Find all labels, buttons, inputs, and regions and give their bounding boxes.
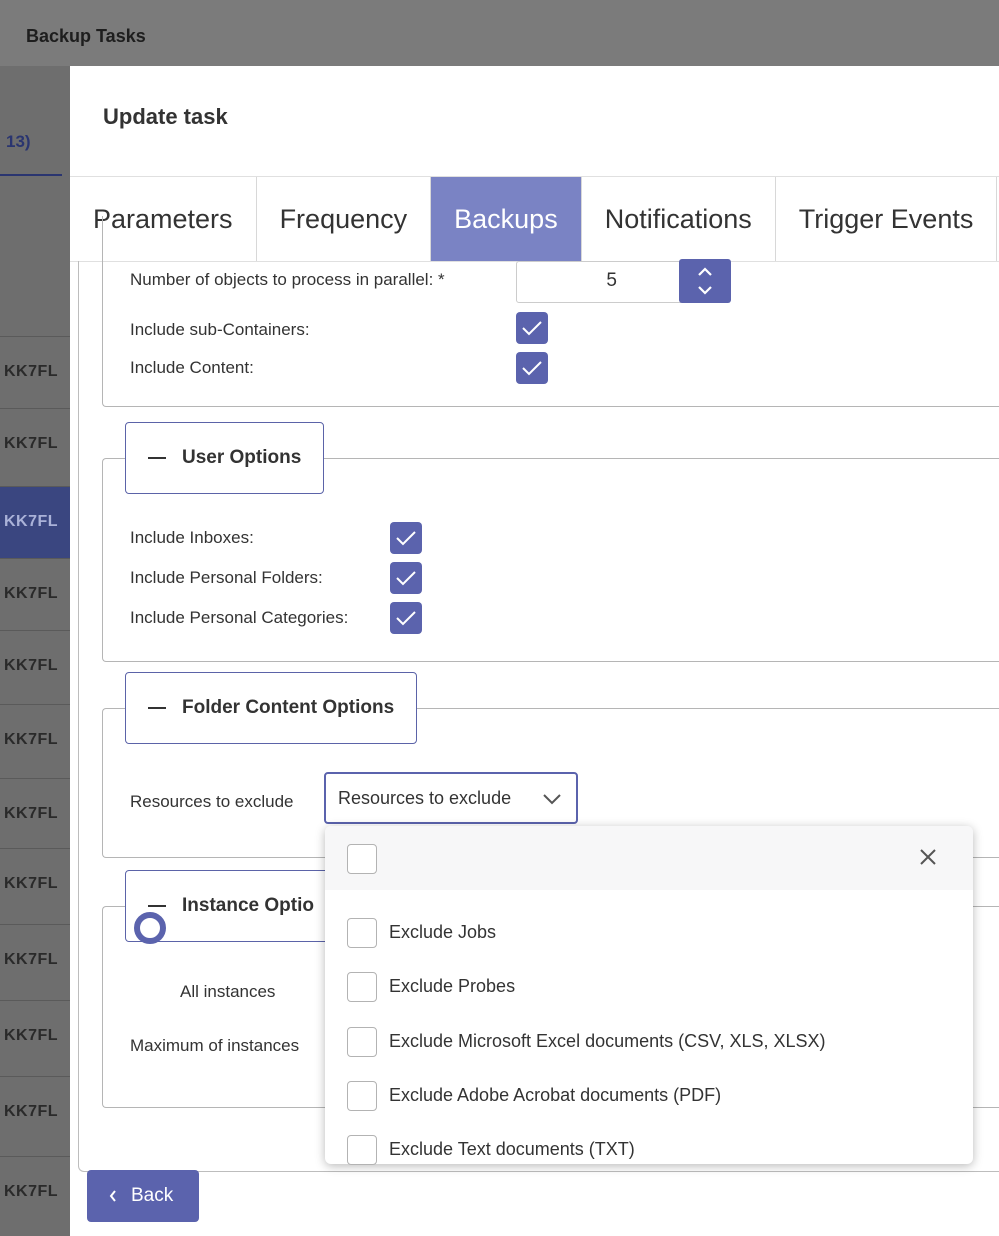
background-row[interactable]: KK7FL [0,924,70,997]
background-row-label: KK7FL [4,585,59,602]
max-instances-label: Maximum of instances [130,1036,300,1055]
general-options-fieldset [102,216,999,407]
resources-to-exclude-label: Resources to exclude [130,792,294,811]
parallel-value: 5 [606,270,617,291]
option-label: Exclude Probes [389,976,516,996]
dropdown-option[interactable]: Exclude Adobe Acrobat documents (PDF) [325,1069,973,1123]
option-checkbox[interactable] [347,1135,377,1165]
select-all-checkbox[interactable] [347,844,377,874]
check-icon [396,611,416,626]
folder-content-options-legend[interactable]: Folder Content Options [125,672,418,744]
option-label: Exclude Jobs [389,922,497,942]
background-row-label: KK7FL [4,435,59,452]
chevron-up-icon[interactable] [697,267,713,277]
background-row-label: KK7FL [4,1103,59,1120]
background-row-label: KK7FL [4,805,59,822]
background-row[interactable]: KK7FL [0,408,70,481]
dropdown-option[interactable]: Exclude Text documents (TXT) [325,1123,973,1177]
check-icon [396,531,416,546]
parallel-spinner[interactable] [679,259,731,303]
option-label: Exclude Microsoft Excel documents (CSV, … [389,1031,826,1051]
dropdown-option[interactable]: Exclude Microsoft Excel documents (CSV, … [325,1015,973,1069]
collapse-icon [148,456,166,459]
background-title: Backup Tasks [26,26,146,46]
user-options-title: User Options [182,447,302,468]
background-list: 13) KK7FL KK7FL KK7FL KK7FL KK7FL KK7FL … [0,66,70,1236]
personal-folders-checkbox[interactable] [390,562,422,594]
background-row[interactable]: KK7FL [0,704,70,777]
background-row[interactable]: KK7FL [0,1076,70,1149]
option-checkbox[interactable] [347,1027,377,1057]
background-row-label: KK7FL [4,657,59,674]
parallel-label: Number of objects to process in parallel… [130,270,445,289]
background-header: Backup Tasks [0,0,999,66]
background-row[interactable]: KK7FL [0,630,70,703]
resources-select-placeholder: Resources to exclude [338,788,512,808]
dropdown-option[interactable]: Exclude Probes [325,960,973,1014]
chevron-down-icon[interactable] [697,285,713,295]
background-row[interactable]: KK7FL [0,848,70,921]
resources-to-exclude-select[interactable]: Resources to exclude [324,772,578,824]
inboxes-label: Include Inboxes: [130,528,254,547]
inboxes-checkbox[interactable] [390,522,422,554]
background-row-label: KK7FL [4,875,59,892]
option-label: Exclude Text documents (TXT) [389,1139,635,1159]
background-row-label: KK7FL [4,1183,59,1200]
collapse-icon [148,904,166,907]
modal-title: Update task [103,104,228,129]
subcontainers-checkbox[interactable] [516,312,548,344]
content-checkbox[interactable] [516,352,548,384]
personal-folders-label: Include Personal Folders: [130,568,323,587]
background-row[interactable]: KK7FL [0,336,70,409]
background-row-label: KK7FL [4,951,59,968]
user-options-legend[interactable]: User Options [125,422,325,494]
back-button-label: Back [131,1185,174,1206]
personal-categories-checkbox[interactable] [390,602,422,634]
all-instances-label: All instances [180,982,276,1001]
background-row-label: KK7FL [4,731,59,748]
option-checkbox[interactable] [347,972,377,1002]
close-icon[interactable] [919,848,937,866]
option-label: Exclude Adobe Acrobat documents (PDF) [389,1085,722,1105]
background-row-label: KK7FL [4,363,59,380]
check-icon [522,321,542,336]
check-icon [522,361,542,376]
option-checkbox[interactable] [347,918,377,948]
user-options-fieldset: User Options [102,422,999,662]
chevron-left-icon [109,1190,116,1202]
chevron-down-icon [543,794,561,805]
all-instances-radio[interactable] [134,912,166,944]
instance-options-title: Instance Optio [182,895,314,916]
background-row[interactable]: KK7FL [0,1000,70,1073]
option-checkbox[interactable] [347,1081,377,1111]
background-row[interactable]: KK7FL [0,558,70,631]
parallel-input[interactable]: 5 [516,261,684,303]
background-row-label: KK7FL [4,1027,59,1044]
folder-content-options-title: Folder Content Options [182,697,395,718]
resources-dropdown: Exclude Jobs Exclude Probes Exclude Micr… [325,826,973,1165]
dropdown-header [325,826,973,890]
background-row-label: KK7FL [4,513,59,530]
dropdown-option[interactable]: Exclude Jobs [325,906,973,960]
back-button[interactable]: Back [87,1170,199,1222]
background-row[interactable]: KK7FL [0,778,70,851]
background-tab-fragment: 13) [6,132,31,151]
personal-categories-label: Include Personal Categories: [130,608,349,627]
background-tab-underline [0,174,62,176]
subcontainers-label: Include sub-Containers: [130,320,310,339]
background-row[interactable]: KK7FL [0,1156,70,1229]
content-label: Include Content: [130,358,254,377]
check-icon [396,571,416,586]
collapse-icon [148,706,166,709]
background-row-selected[interactable]: KK7FL [0,486,70,559]
